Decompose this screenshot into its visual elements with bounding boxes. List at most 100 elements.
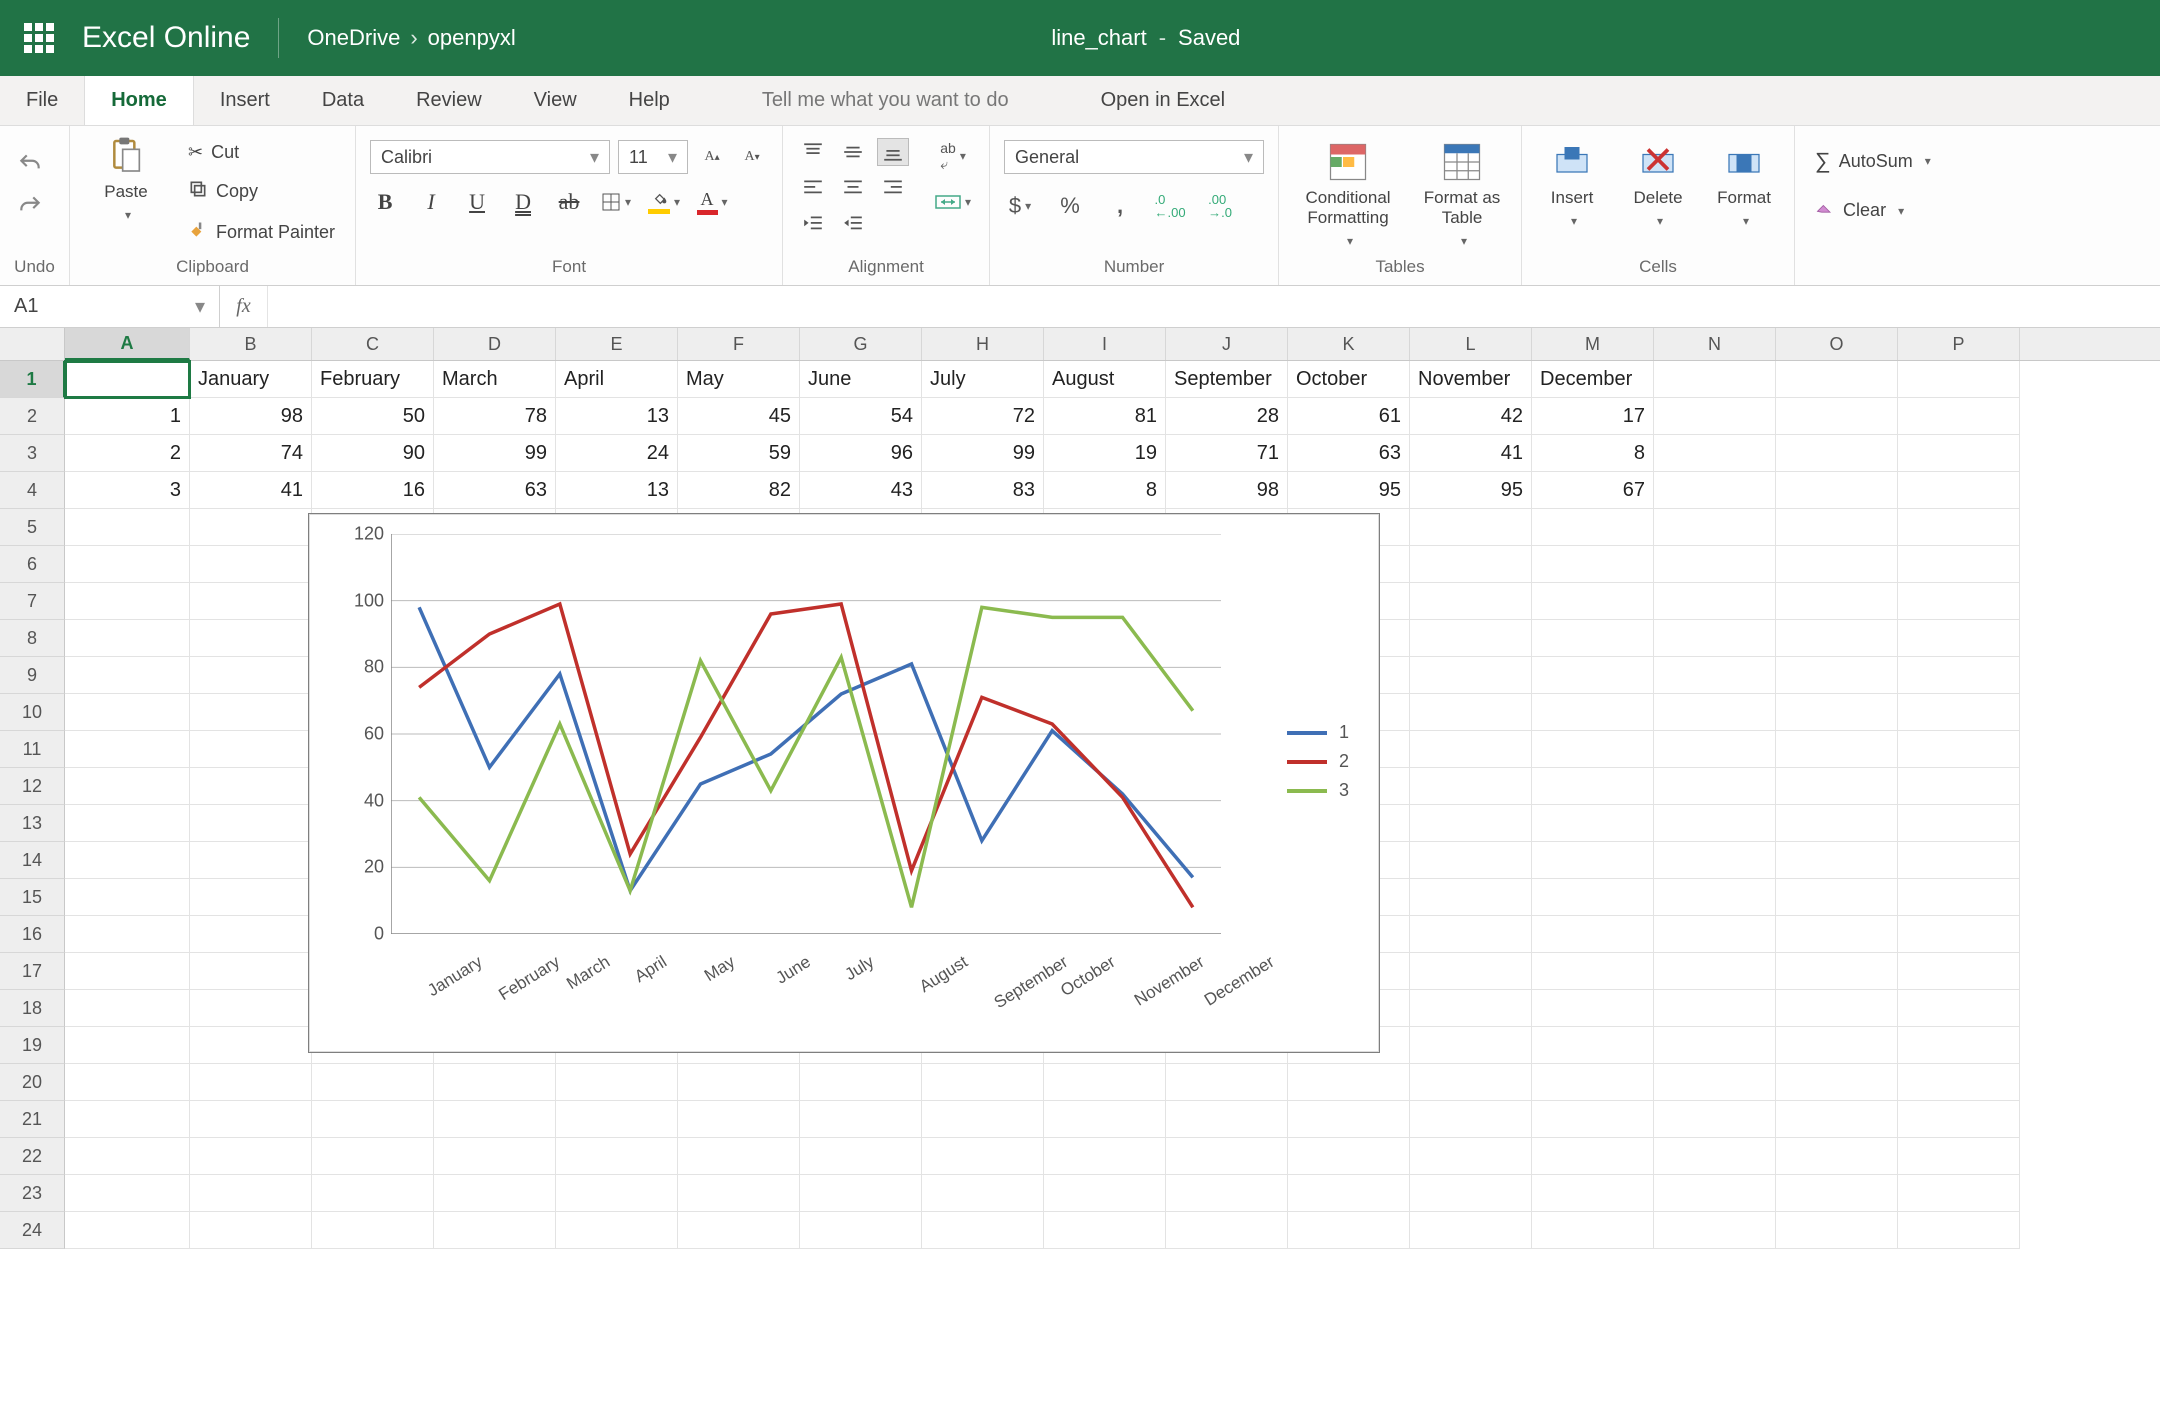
cell-D23[interactable] (434, 1175, 556, 1212)
cell-N21[interactable] (1654, 1101, 1776, 1138)
cell-G1[interactable]: June (800, 361, 922, 398)
cell-A10[interactable] (65, 694, 190, 731)
cell-P8[interactable] (1898, 620, 2020, 657)
breadcrumb-root[interactable]: OneDrive (307, 25, 400, 51)
cell-C1[interactable]: February (312, 361, 434, 398)
cell-C23[interactable] (312, 1175, 434, 1212)
cell-M6[interactable] (1532, 546, 1654, 583)
grow-font-button[interactable]: A▴ (696, 143, 728, 171)
cell-L3[interactable]: 41 (1410, 435, 1532, 472)
cell-B12[interactable] (190, 768, 312, 805)
cell-L14[interactable] (1410, 842, 1532, 879)
cell-E1[interactable]: April (556, 361, 678, 398)
cell-L9[interactable] (1410, 657, 1532, 694)
row-header-11[interactable]: 11 (0, 731, 65, 768)
row-header-19[interactable]: 19 (0, 1027, 65, 1064)
cell-M20[interactable] (1532, 1064, 1654, 1101)
cell-M17[interactable] (1532, 953, 1654, 990)
cell-F1[interactable]: May (678, 361, 800, 398)
cell-M22[interactable] (1532, 1138, 1654, 1175)
format-painter-button[interactable]: Format Painter (182, 216, 341, 249)
cell-J2[interactable]: 28 (1166, 398, 1288, 435)
cell-O10[interactable] (1776, 694, 1898, 731)
cell-M11[interactable] (1532, 731, 1654, 768)
cell-A24[interactable] (65, 1212, 190, 1249)
cell-D3[interactable]: 99 (434, 435, 556, 472)
cell-M12[interactable] (1532, 768, 1654, 805)
menu-file[interactable]: File (0, 76, 84, 125)
cell-G22[interactable] (800, 1138, 922, 1175)
breadcrumb[interactable]: OneDrive › openpyxl (307, 25, 515, 51)
cell-L21[interactable] (1410, 1101, 1532, 1138)
row-header-23[interactable]: 23 (0, 1175, 65, 1212)
cell-K21[interactable] (1288, 1101, 1410, 1138)
cell-L20[interactable] (1410, 1064, 1532, 1101)
cell-N4[interactable] (1654, 472, 1776, 509)
autosum-button[interactable]: ∑ AutoSum (1809, 144, 1937, 178)
tell-me-search[interactable]: Tell me what you want to do (736, 76, 1035, 125)
cell-K22[interactable] (1288, 1138, 1410, 1175)
cell-P2[interactable] (1898, 398, 2020, 435)
cell-B4[interactable]: 41 (190, 472, 312, 509)
cell-H24[interactable] (922, 1212, 1044, 1249)
cell-F24[interactable] (678, 1212, 800, 1249)
cut-button[interactable]: ✂ Cut (182, 138, 341, 167)
row-header-24[interactable]: 24 (0, 1212, 65, 1249)
column-header-O[interactable]: O (1776, 328, 1898, 360)
cell-I20[interactable] (1044, 1064, 1166, 1101)
column-header-G[interactable]: G (800, 328, 922, 360)
clear-button[interactable]: Clear (1809, 194, 1910, 227)
borders-button[interactable] (600, 188, 632, 216)
cell-F20[interactable] (678, 1064, 800, 1101)
cell-C22[interactable] (312, 1138, 434, 1175)
cell-B21[interactable] (190, 1101, 312, 1138)
cell-N2[interactable] (1654, 398, 1776, 435)
cell-B9[interactable] (190, 657, 312, 694)
cell-O1[interactable] (1776, 361, 1898, 398)
cell-P5[interactable] (1898, 509, 2020, 546)
cell-M1[interactable]: December (1532, 361, 1654, 398)
cell-A3[interactable]: 2 (65, 435, 190, 472)
redo-button[interactable] (14, 192, 46, 220)
row-header-12[interactable]: 12 (0, 768, 65, 805)
formula-input[interactable] (268, 286, 2160, 327)
cell-N6[interactable] (1654, 546, 1776, 583)
decrease-indent-button[interactable] (797, 210, 829, 238)
open-in-excel[interactable]: Open in Excel (1075, 76, 1252, 125)
font-color-button[interactable]: A (696, 188, 728, 216)
cell-B10[interactable] (190, 694, 312, 731)
cell-J23[interactable] (1166, 1175, 1288, 1212)
cell-P12[interactable] (1898, 768, 2020, 805)
cell-L23[interactable] (1410, 1175, 1532, 1212)
cell-B2[interactable]: 98 (190, 398, 312, 435)
cell-I22[interactable] (1044, 1138, 1166, 1175)
cell-E21[interactable] (556, 1101, 678, 1138)
row-header-15[interactable]: 15 (0, 879, 65, 916)
column-header-B[interactable]: B (190, 328, 312, 360)
cell-L24[interactable] (1410, 1212, 1532, 1249)
cell-K24[interactable] (1288, 1212, 1410, 1249)
menu-help[interactable]: Help (603, 76, 696, 125)
cell-B3[interactable]: 74 (190, 435, 312, 472)
cell-K2[interactable]: 61 (1288, 398, 1410, 435)
cell-F3[interactable]: 59 (678, 435, 800, 472)
row-header-6[interactable]: 6 (0, 546, 65, 583)
cell-B18[interactable] (190, 990, 312, 1027)
cell-O22[interactable] (1776, 1138, 1898, 1175)
cell-M7[interactable] (1532, 583, 1654, 620)
cell-C21[interactable] (312, 1101, 434, 1138)
align-middle-button[interactable] (837, 138, 869, 166)
column-header-D[interactable]: D (434, 328, 556, 360)
cell-A14[interactable] (65, 842, 190, 879)
cell-A19[interactable] (65, 1027, 190, 1064)
column-header-I[interactable]: I (1044, 328, 1166, 360)
column-header-C[interactable]: C (312, 328, 434, 360)
cell-O12[interactable] (1776, 768, 1898, 805)
row-header-13[interactable]: 13 (0, 805, 65, 842)
cell-A13[interactable] (65, 805, 190, 842)
cell-P20[interactable] (1898, 1064, 2020, 1101)
row-header-18[interactable]: 18 (0, 990, 65, 1027)
shrink-font-button[interactable]: A▾ (736, 143, 768, 171)
cell-L1[interactable]: November (1410, 361, 1532, 398)
row-header-22[interactable]: 22 (0, 1138, 65, 1175)
